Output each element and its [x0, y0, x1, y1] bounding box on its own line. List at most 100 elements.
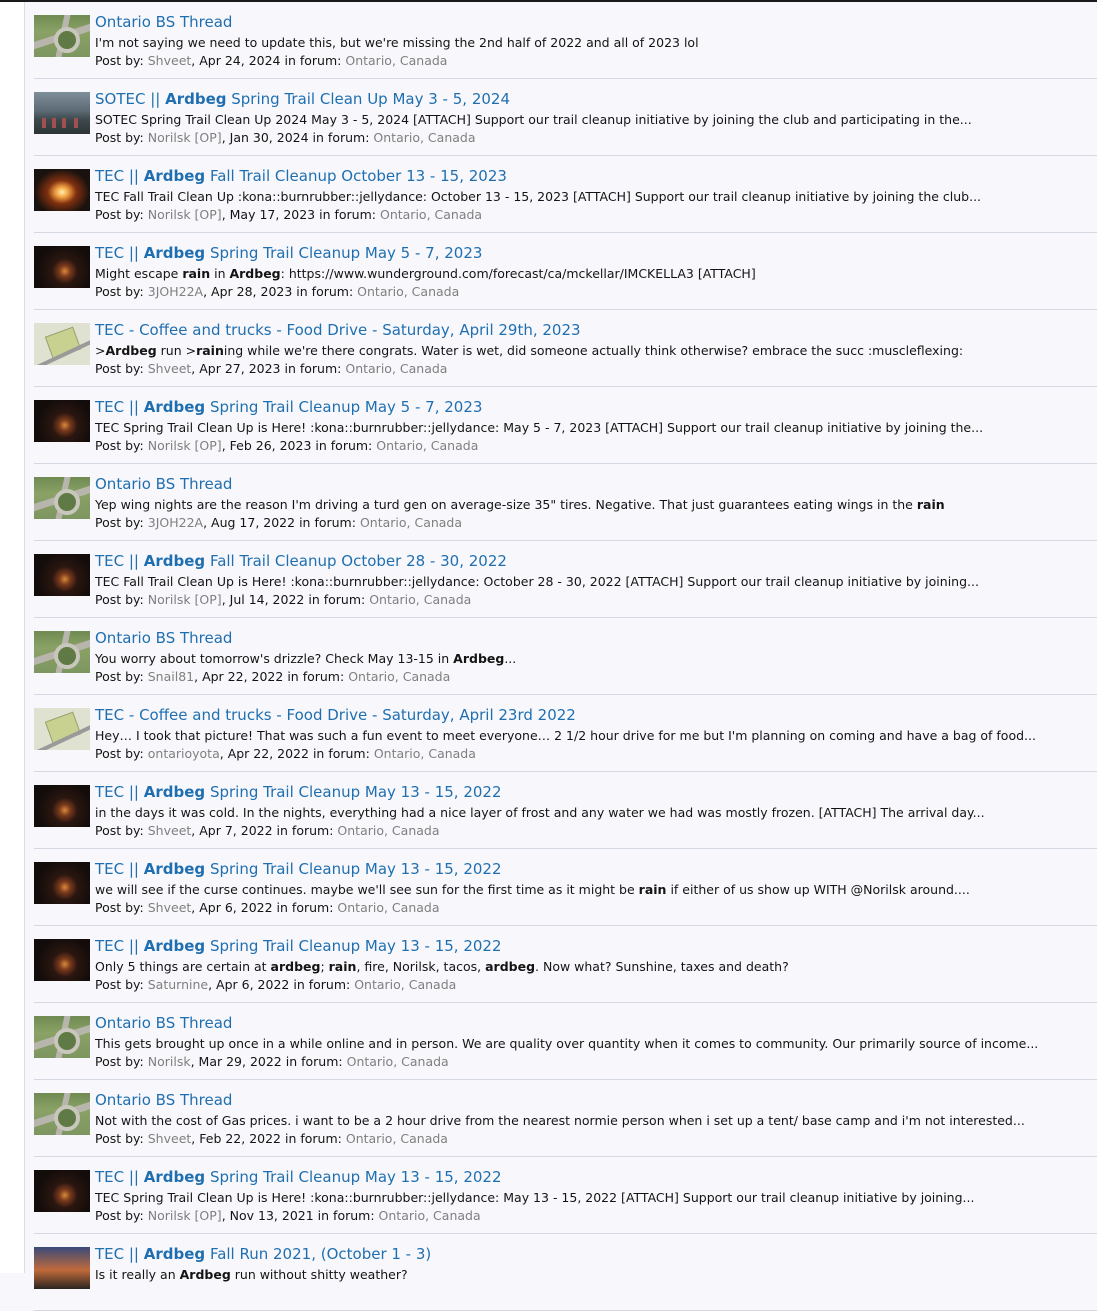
author-link[interactable]: Norilsk [OP] [148, 1208, 222, 1223]
thread-title-link[interactable]: TEC || Ardbeg Spring Trail Cleanup May 5… [95, 398, 482, 416]
roundabout-aerial-thumbnail[interactable] [34, 1093, 90, 1135]
campfire-night-thumbnail[interactable] [34, 400, 90, 442]
thread-title-link[interactable]: TEC || Ardbeg Fall Trail Cleanup October… [95, 167, 507, 185]
thread-title-link[interactable]: SOTEC || Ardbeg Spring Trail Clean Up Ma… [95, 90, 510, 108]
text-run: Spring Trail Cleanup May 5 - 7, 2023 [205, 398, 483, 416]
post-meta: Post by: Norilsk [OP], May 17, 2023 in f… [95, 207, 482, 222]
campfire-night-thumbnail[interactable] [34, 554, 90, 596]
thread-title-link[interactable]: TEC || Ardbeg Spring Trail Cleanup May 5… [95, 244, 482, 262]
forum-link[interactable]: Ontario, Canada [354, 977, 456, 992]
post-meta: Post by: Shveet, Apr 27, 2023 in forum: … [95, 361, 447, 376]
forum-link[interactable]: Ontario, Canada [379, 1208, 481, 1223]
author-link[interactable]: Shveet [148, 361, 192, 376]
author-link[interactable]: 3JOH22A [148, 284, 203, 299]
thread-title-link[interactable]: TEC || Ardbeg Fall Trail Cleanup October… [95, 552, 507, 570]
forum-link[interactable]: Ontario, Canada [369, 592, 471, 607]
in-forum-label: in forum: [317, 1208, 375, 1223]
thread-title-link[interactable]: TEC || Ardbeg Spring Trail Cleanup May 1… [95, 860, 502, 878]
roundabout-aerial-thumbnail[interactable] [34, 15, 90, 57]
post-by-label: Post by: [95, 515, 144, 530]
text-run: TEC - Coffee and trucks - Food Drive - S… [95, 321, 581, 339]
group-photo-thumbnail[interactable] [34, 92, 90, 134]
search-result-item: TEC || Ardbeg Spring Trail Cleanup May 1… [34, 926, 1097, 1003]
roundabout-aerial-thumbnail[interactable] [34, 631, 90, 673]
post-snippet: Hey… I took that picture! That was such … [95, 728, 1095, 743]
map-thumbnail[interactable] [34, 708, 90, 750]
thread-title-link[interactable]: Ontario BS Thread [95, 1091, 232, 1109]
in-forum-label: in forum: [293, 977, 351, 992]
search-result-item: Ontario BS Thread Not with the cost of G… [34, 1080, 1097, 1157]
roundabout-aerial-thumbnail[interactable] [34, 477, 90, 519]
highlighted-term: Ardbeg [179, 1267, 231, 1282]
thread-title-link[interactable]: TEC || Ardbeg Spring Trail Cleanup May 1… [95, 783, 502, 801]
post-date: , Feb 26, 2023 [221, 438, 312, 453]
campfire-night-thumbnail[interactable] [34, 862, 90, 904]
campfire-night-thumbnail[interactable] [34, 246, 90, 288]
post-date: , Feb 22, 2022 [191, 1131, 282, 1146]
text-run: : https://www.wunderground.com/forecast/… [280, 266, 756, 281]
thread-title-link[interactable]: TEC - Coffee and trucks - Food Drive - S… [95, 321, 581, 339]
forum-link[interactable]: Ontario, Canada [345, 53, 447, 68]
in-forum-label: in forum: [276, 823, 334, 838]
forum-link[interactable]: Ontario, Canada [348, 669, 450, 684]
post-date: , Nov 13, 2021 [221, 1208, 314, 1223]
forum-link[interactable]: Ontario, Canada [357, 284, 459, 299]
search-result-item: TEC || Ardbeg Spring Trail Cleanup May 1… [34, 1157, 1097, 1234]
post-meta: Post by: Norilsk [OP], Jul 14, 2022 in f… [95, 592, 471, 607]
forum-link[interactable]: Ontario, Canada [337, 900, 439, 915]
forum-link[interactable]: Ontario, Canada [374, 746, 476, 761]
author-link[interactable]: 3JOH22A [148, 515, 203, 530]
text-run: Ontario BS Thread [95, 475, 233, 493]
post-by-label: Post by: [95, 900, 144, 915]
thread-title-link[interactable]: TEC || Ardbeg Fall Run 2021, (October 1 … [95, 1245, 431, 1263]
in-forum-label: in forum: [319, 207, 376, 222]
forum-link[interactable]: Ontario, Canada [345, 361, 447, 376]
author-link[interactable]: Norilsk [OP] [148, 207, 222, 222]
text-run: Ontario BS Thread [95, 1014, 233, 1032]
text-run: Spring Trail Cleanup May 13 - 15, 2022 [205, 783, 502, 801]
author-link[interactable]: Norilsk [OP] [148, 130, 222, 145]
text-run: run > [156, 343, 197, 358]
post-date: , May 17, 2023 [221, 207, 316, 222]
thread-title-link[interactable]: Ontario BS Thread [95, 475, 232, 493]
author-link[interactable]: ontarioyota [148, 746, 220, 761]
highlighted-term: rain [328, 959, 357, 974]
in-forum-label: in forum: [296, 284, 354, 299]
thread-title-link[interactable]: Ontario BS Thread [95, 629, 232, 647]
sunset-thumbnail[interactable] [34, 1247, 90, 1289]
author-link[interactable]: Shveet [148, 823, 192, 838]
campfire-night-thumbnail[interactable] [34, 785, 90, 827]
thread-title-link[interactable]: Ontario BS Thread [95, 1014, 232, 1032]
author-link[interactable]: Shveet [148, 53, 192, 68]
campfire-night-thumbnail[interactable] [34, 1170, 90, 1212]
thread-title-link[interactable]: TEC || Ardbeg Spring Trail Cleanup May 1… [95, 1168, 502, 1186]
forum-link[interactable]: Ontario, Canada [380, 207, 482, 222]
post-date: , Aug 17, 2022 [203, 515, 296, 530]
author-link[interactable]: Norilsk [148, 1054, 191, 1069]
thread-title-link[interactable]: TEC - Coffee and trucks - Food Drive - S… [95, 706, 576, 724]
post-meta: Post by: Snail81, Apr 22, 2022 in forum:… [95, 669, 450, 684]
text-run: Might escape [95, 266, 183, 281]
map-thumbnail[interactable] [34, 323, 90, 365]
forum-link[interactable]: Ontario, Canada [360, 515, 462, 530]
author-link[interactable]: Norilsk [OP] [148, 592, 222, 607]
forum-link[interactable]: Ontario, Canada [376, 438, 478, 453]
forum-link[interactable]: Ontario, Canada [337, 823, 439, 838]
text-run: Spring Trail Cleanup May 13 - 15, 2022 [205, 937, 502, 955]
forum-link[interactable]: Ontario, Canada [347, 1054, 449, 1069]
bonfire-thumbnail[interactable] [34, 169, 90, 211]
author-link[interactable]: Shveet [148, 1131, 192, 1146]
thread-title-link[interactable]: TEC || Ardbeg Spring Trail Cleanup May 1… [95, 937, 502, 955]
forum-link[interactable]: Ontario, Canada [373, 130, 475, 145]
forum-link[interactable]: Ontario, Canada [346, 1131, 448, 1146]
text-run: This gets brought up once in a while onl… [95, 1036, 1039, 1051]
author-link[interactable]: Shveet [148, 900, 192, 915]
author-link[interactable]: Norilsk [OP] [148, 438, 222, 453]
campfire-night-thumbnail[interactable] [34, 939, 90, 981]
roundabout-aerial-thumbnail[interactable] [34, 1016, 90, 1058]
author-link[interactable]: Saturnine [148, 977, 208, 992]
post-meta: Post by: Saturnine, Apr 6, 2022 in forum… [95, 977, 456, 992]
thread-title-link[interactable]: Ontario BS Thread [95, 13, 232, 31]
text-run: TEC || [95, 937, 144, 955]
author-link[interactable]: Snail81 [148, 669, 194, 684]
